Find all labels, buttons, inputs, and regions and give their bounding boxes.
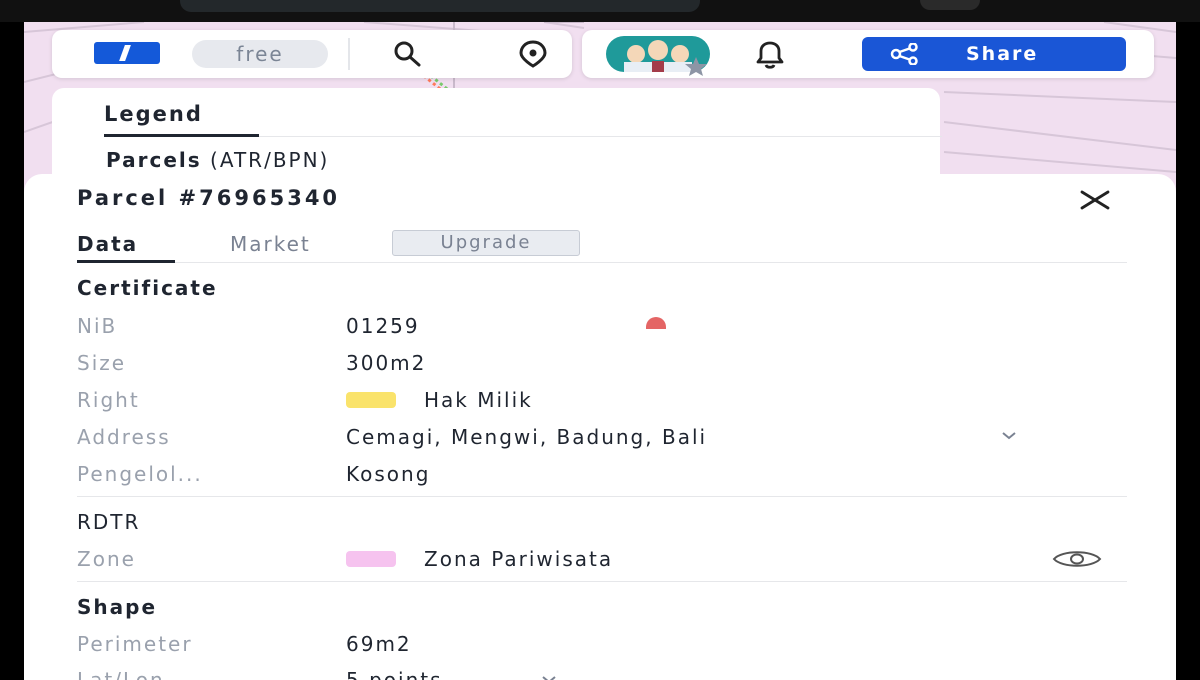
tabs-divider <box>77 262 1127 263</box>
right-edge <box>1176 22 1200 680</box>
pengelola-label: Pengelol... <box>77 462 203 486</box>
upgrade-badge[interactable]: Upgrade <box>392 230 580 256</box>
top-address-pill <box>180 0 700 12</box>
legend-tab[interactable]: Legend <box>104 102 203 126</box>
legend-tab-underline <box>104 134 259 137</box>
bell-icon[interactable] <box>752 40 788 70</box>
zone-value: Zona Pariwisata <box>424 547 614 571</box>
perimeter-label: Perimeter <box>77 632 193 656</box>
latlon-expand-chevron-icon[interactable] <box>540 674 558 680</box>
share-label: Share <box>966 43 1039 65</box>
size-label: Size <box>77 351 127 375</box>
zone-color-swatch <box>346 551 396 567</box>
latlon-value: 5 points <box>346 668 443 680</box>
plan-badge[interactable]: free <box>192 40 328 68</box>
tab-data[interactable]: Data <box>77 232 138 256</box>
zone-label: Zone <box>77 547 136 571</box>
right-value: Hak Milik <box>424 388 533 412</box>
status-bar <box>0 0 1200 22</box>
close-icon[interactable] <box>1078 188 1112 212</box>
toolbar-right: Share <box>582 30 1154 78</box>
share-button[interactable]: Share <box>862 37 1126 71</box>
address-value: Cemagi, Mengwi, Badung, Bali <box>346 425 708 449</box>
address-expand-chevron-icon[interactable] <box>1000 430 1018 442</box>
right-color-swatch <box>346 392 396 408</box>
logo-slash <box>119 45 131 61</box>
parcel-panel: Parcel #76965340 Data Market Upgrade Cer… <box>24 174 1176 680</box>
tab-market[interactable]: Market <box>230 232 311 256</box>
map-marker-fragment <box>646 317 666 329</box>
section-shape: Shape <box>77 595 158 619</box>
star-icon <box>685 57 707 76</box>
toolbar-left: free <box>52 30 572 78</box>
nib-value: 01259 <box>346 314 420 338</box>
toolbar-divider <box>348 38 350 70</box>
rdtr-divider <box>77 581 1127 582</box>
size-value: 300m2 <box>346 351 427 375</box>
top-indicator <box>920 0 980 10</box>
eye-icon[interactable] <box>1052 548 1102 570</box>
tab-data-underline <box>77 260 175 263</box>
right-label: Right <box>77 388 140 412</box>
parcel-title: Parcel #76965340 <box>77 186 341 210</box>
address-label: Address <box>77 425 171 449</box>
pengelola-value: Kosong <box>346 462 431 486</box>
certificate-divider <box>77 496 1127 497</box>
perimeter-value: 69m2 <box>346 632 412 656</box>
legend-layer-item[interactable]: Parcels (ATR/BPN) <box>106 148 329 172</box>
section-certificate: Certificate <box>77 276 218 300</box>
left-edge <box>0 22 24 680</box>
location-pin-icon[interactable] <box>518 40 548 68</box>
nib-label: NiB <box>77 314 118 338</box>
latlon-label: Lat/Lon <box>77 668 165 680</box>
app-logo[interactable] <box>94 42 160 64</box>
share-icon <box>890 43 918 65</box>
legend-layer-name: Parcels <box>106 148 202 172</box>
section-rdtr: RDTR <box>77 510 141 534</box>
search-icon[interactable] <box>392 40 422 68</box>
app-screen: free Share Legend Parcels (ATR/BPN) Parc… <box>0 0 1200 680</box>
legend-layer-source: (ATR/BPN) <box>210 148 330 172</box>
